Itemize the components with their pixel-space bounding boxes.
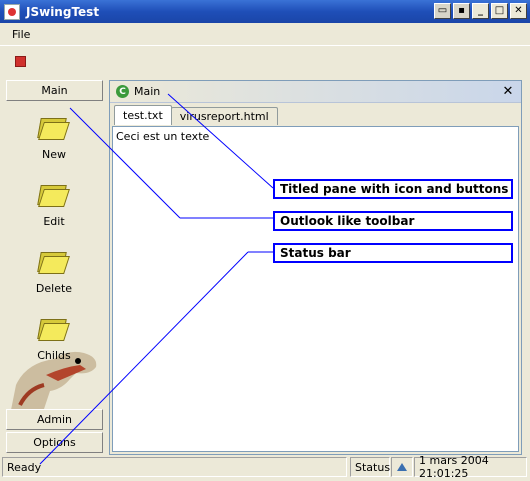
outlook-item-edit[interactable]: Edit — [4, 181, 104, 243]
window-title: JSwingTest — [26, 4, 100, 19]
outlook-bar: Main New Edit Delete Childs Admin Option… — [4, 80, 104, 455]
display-icon[interactable]: ▪ — [453, 3, 470, 19]
outlook-item-childs[interactable]: Childs — [4, 315, 104, 377]
maximize-button[interactable]: □ — [491, 3, 508, 19]
callout-titled-pane: Titled pane with icon and buttons — [273, 179, 513, 199]
status-message: Ready — [2, 457, 347, 477]
status-label: Status — [350, 457, 390, 477]
tab-test-txt[interactable]: test.txt — [114, 105, 172, 125]
folder-icon — [37, 183, 71, 209]
tab-strip: test.txt virusreport.html — [114, 105, 278, 125]
tab-virusreport-html[interactable]: virusreport.html — [170, 107, 278, 125]
window-titlebar[interactable]: JSwingTest ▭ ▪ _ □ ✕ — [0, 0, 530, 23]
pane-title: Main — [134, 85, 161, 98]
outlook-item-label: Edit — [43, 215, 65, 228]
pane-header: C Main ✕ — [110, 81, 521, 103]
outlook-main-button[interactable]: Main — [6, 80, 103, 101]
text-editor[interactable]: Ceci est un texte — [112, 126, 519, 452]
outlook-item-delete[interactable]: Delete — [4, 248, 104, 310]
pane-c-icon: C — [116, 85, 129, 98]
monitor-icon[interactable]: ▭ — [434, 3, 451, 19]
callout-status-bar: Status bar — [273, 243, 513, 263]
folder-icon — [37, 250, 71, 276]
toolbar — [0, 45, 530, 77]
outlook-admin-button[interactable]: Admin — [6, 409, 103, 430]
pane-close-icon[interactable]: ✕ — [501, 84, 515, 99]
folder-icon — [37, 317, 71, 343]
java-app-icon[interactable] — [4, 3, 20, 20]
folder-icon — [37, 116, 71, 142]
status-datetime: 1 mars 2004 21:01:25 — [414, 454, 527, 480]
stop-icon[interactable] — [11, 53, 29, 71]
outlook-item-label: Delete — [35, 282, 73, 295]
status-bar: Ready Status 1 mars 2004 21:01:25 — [0, 454, 530, 481]
minimize-button[interactable]: _ — [472, 3, 489, 19]
titled-pane: C Main ✕ test.txt virusreport.html Ceci … — [109, 80, 522, 455]
outlook-options-button[interactable]: Options — [6, 432, 103, 453]
callout-outlook-toolbar: Outlook like toolbar — [273, 211, 513, 231]
status-triangle-icon[interactable] — [391, 457, 413, 477]
outlook-item-new[interactable]: New — [4, 114, 104, 176]
close-button[interactable]: ✕ — [510, 3, 527, 19]
outlook-item-label: Childs — [37, 349, 71, 362]
menu-file[interactable]: File — [0, 28, 42, 41]
window-controls: ▭ ▪ _ □ ✕ — [434, 3, 527, 19]
outlook-item-label: New — [42, 148, 66, 161]
editor-content: Ceci est un texte — [116, 130, 210, 143]
menu-bar: File — [0, 23, 530, 45]
